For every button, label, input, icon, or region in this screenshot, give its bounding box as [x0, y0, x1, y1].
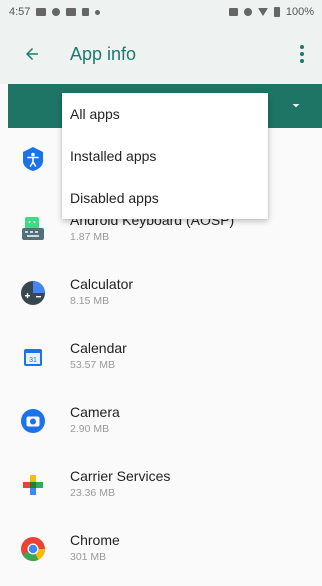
more-vert-icon-dot	[300, 59, 304, 63]
more-notifications-icon	[95, 9, 101, 15]
app-name: Camera	[70, 404, 120, 420]
page-title: App info	[70, 44, 137, 64]
app-size: 2.90 MB	[70, 423, 110, 435]
status-left: 4:57	[9, 6, 101, 18]
list-item[interactable]: 31 Calendar 53.57 MB	[0, 330, 322, 394]
chrome-icon	[20, 536, 46, 562]
accessibility-icon	[20, 146, 46, 172]
app-size: 1.87 MB	[70, 231, 110, 243]
keyboard-icon	[20, 216, 46, 242]
image-notification-icon	[36, 8, 47, 16]
app-name: Calculator	[70, 276, 134, 292]
status-time: 4:57	[9, 6, 31, 18]
app-size: 8.15 MB	[70, 295, 110, 307]
app-name: Carrier Services	[70, 468, 171, 484]
dropdown-item-all-apps[interactable]: All apps	[62, 93, 268, 135]
app-name: Calendar	[70, 340, 127, 356]
battery-percent: 100%	[285, 6, 314, 18]
chevron-down-icon[interactable]	[288, 98, 304, 114]
list-item[interactable]: Camera 2.90 MB	[0, 394, 322, 458]
more-vert-icon	[300, 45, 304, 49]
calculator-icon	[20, 280, 46, 306]
nfc-icon	[228, 8, 238, 16]
battery-icon	[273, 7, 280, 17]
status-right: 100%	[228, 6, 314, 18]
more-vert-icon-dot	[300, 52, 304, 56]
dropdown-item-disabled-apps[interactable]: Disabled apps	[62, 177, 268, 219]
list-item[interactable]: Chrome 301 MB	[0, 522, 322, 586]
data-saver-icon	[243, 8, 252, 16]
list-item[interactable]: Calculator 8.15 MB	[0, 266, 322, 330]
more-options-button[interactable]	[292, 42, 312, 66]
svg-text:31: 31	[29, 357, 37, 364]
parking-notification-icon	[82, 8, 90, 16]
calendar-icon: 31	[20, 344, 46, 370]
app-size: 53.57 MB	[70, 359, 115, 371]
app-size: 301 MB	[70, 551, 107, 563]
app-bar: App info	[0, 24, 322, 84]
location-notification-icon	[52, 8, 61, 16]
status-bar: 4:57 100%	[0, 0, 322, 24]
back-button[interactable]	[20, 42, 44, 66]
app-name: Chrome	[70, 532, 120, 548]
list-item[interactable]: Carrier Services 23.36 MB	[0, 458, 322, 522]
wifi-icon	[257, 8, 268, 16]
app-size: 23.36 MB	[70, 487, 115, 499]
filter-dropdown-menu: All apps Installed apps Disabled apps	[62, 93, 268, 219]
carrier-services-icon	[20, 472, 46, 498]
camera-icon	[20, 408, 46, 434]
arrow-back-icon	[26, 48, 38, 60]
dropdown-item-installed-apps[interactable]: Installed apps	[62, 135, 268, 177]
message-notification-icon	[66, 8, 77, 16]
